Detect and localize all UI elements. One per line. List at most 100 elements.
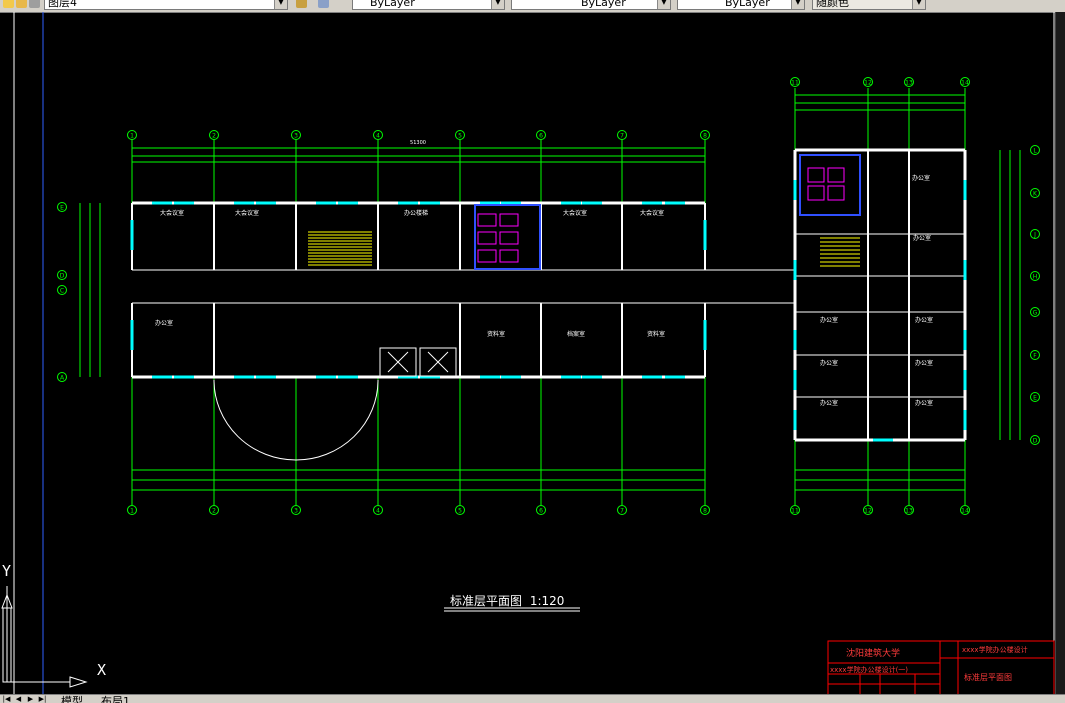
prev-tab-icon[interactable]: ◀	[14, 695, 23, 703]
grid-bubble-bot-7-label: 7	[620, 508, 624, 515]
wing-toilet-block	[799, 154, 861, 216]
grid-bubble-top-4-label: 4	[376, 133, 380, 140]
chevron-down-icon[interactable]: ▼	[912, 0, 925, 9]
plotstyle-dropdown[interactable]: 随颜色 ▼	[812, 0, 926, 10]
linetype-dropdown-value: ByLayer	[581, 0, 626, 9]
row-bubble-left-C-label: C	[60, 288, 64, 295]
wing-toilet-stall-3	[827, 185, 845, 201]
room-label-13: 办公室	[820, 399, 838, 407]
wing-toilet-stall-1	[807, 185, 825, 201]
layer-previous-icon[interactable]	[318, 0, 329, 8]
wing-bubble-top-11-label: 11	[791, 80, 799, 87]
ucs-icon	[1, 586, 88, 688]
grid-bubble-top-3-label: 3	[294, 133, 298, 140]
wing-bubble-top-13-label: 13	[905, 80, 913, 87]
wing-bubble-bot-12-label: 12	[864, 508, 872, 515]
grid-bubble-bot-6-label: 6	[539, 508, 543, 515]
toilet-stall-2	[477, 249, 497, 263]
layer-dropdown-value: 图层4	[48, 0, 77, 9]
tab-model[interactable]: 模型	[58, 695, 86, 703]
room-label-11: 办公室	[820, 359, 838, 367]
chevron-down-icon[interactable]: ▼	[491, 0, 504, 9]
title-block-row-label: xxxx学院办公楼设计(一)	[830, 666, 909, 674]
wing-toilet-stall-0	[807, 167, 825, 183]
lock-icon[interactable]	[29, 0, 40, 8]
row-bubble-right-J-label: J	[1033, 232, 1036, 239]
room-label-4: 大会议室	[640, 209, 664, 217]
wing-bubble-top-12-label: 12	[864, 80, 872, 87]
title-block-project: xxxx学院办公楼设计	[962, 646, 1028, 654]
grid-bubble-bot-2-label: 2	[212, 508, 216, 515]
grid-bubble-bot-1-label: 1	[130, 508, 134, 515]
next-tab-icon[interactable]: ▶	[26, 695, 35, 703]
toilet-block	[474, 204, 541, 270]
grid-bubble-bot-4-label: 4	[376, 508, 380, 515]
color-dropdown[interactable]: ByLayer ▼	[352, 0, 505, 10]
last-tab-icon[interactable]: ▶|	[38, 695, 47, 703]
toilet-stall-3	[499, 213, 519, 227]
grid-bubble-top-2-label: 2	[212, 133, 216, 140]
lineweight-dropdown-value: ByLayer	[725, 0, 770, 9]
wing-toilet-stall-2	[827, 167, 845, 183]
grid-bubbles: 11223344556677881111121213131414EDCALKJH…	[57, 77, 1040, 515]
window-symbols	[130, 180, 967, 442]
grid-bubble-bot-3-label: 3	[294, 508, 298, 515]
grid-bubble-top-5-label: 5	[458, 133, 462, 140]
toilet-stall-1	[477, 231, 497, 245]
title-block-sheet-title: 标准层平面图	[964, 673, 1012, 682]
plan-details: 大会议室 大会议室 办公楼梯 大会议室 大会议室办公室资料室 档案室 资料室办公室 办公室办公…	[155, 154, 933, 461]
toilet-stall-4	[499, 231, 519, 245]
room-label-15: 办公室	[912, 174, 930, 182]
room-label-3: 大会议室	[563, 209, 587, 217]
room-label-10: 办公室	[915, 316, 933, 324]
toilet-stall-0	[477, 213, 497, 227]
chevron-down-icon[interactable]: ▼	[791, 0, 804, 9]
drawing-title-text: 标准层平面图	[450, 594, 523, 608]
vertical-scrollbar[interactable]	[1055, 12, 1065, 695]
grid-bubble-bot-5-label: 5	[458, 508, 462, 515]
grid-bubble-top-8-label: 8	[703, 133, 707, 140]
drawing-canvas[interactable]: 51300 1 1 2 2 3 3 4 4 5 5 6 6 7 7 8 8 11 11 12 12 13 13 14 14 E D…	[0, 12, 1065, 695]
row-bubble-left-E-label: E	[60, 205, 64, 212]
plotstyle-dropdown-value: 随颜色	[816, 0, 849, 9]
chevron-down-icon[interactable]: ▼	[274, 0, 287, 9]
grid-bubble-top-1-label: 1	[130, 133, 134, 140]
room-label-16: 办公室	[913, 234, 931, 242]
toilet-stall-5	[499, 249, 519, 263]
room-label-7: 档案室	[567, 330, 585, 338]
row-bubble-right-G-label: G	[1033, 310, 1038, 317]
ucs-x-label: X	[97, 661, 107, 679]
drawing-scale: 1:120	[529, 594, 565, 608]
wing-bubble-bot-11-label: 11	[791, 508, 799, 515]
layer-manager-icon[interactable]	[296, 0, 307, 8]
grid-bubble-bot-8-label: 8	[703, 508, 707, 515]
row-bubble-left-D-label: D	[60, 273, 65, 280]
chevron-down-icon[interactable]: ▼	[657, 0, 670, 9]
room-label-1: 大会议室	[235, 209, 259, 217]
grid-bubble-top-7-label: 7	[620, 133, 624, 140]
color-dropdown-value: ByLayer	[370, 0, 415, 9]
tab-layout1[interactable]: 布局1	[98, 695, 133, 703]
overall-dimension: 51300	[410, 140, 426, 146]
room-label-6: 资料室	[487, 330, 505, 338]
lightbulb-icon[interactable]	[3, 0, 14, 8]
room-label-14: 办公室	[915, 399, 933, 407]
row-bubble-right-H-label: H	[1033, 274, 1038, 281]
wing-bubble-bot-13-label: 13	[905, 508, 913, 515]
layout-tab-bar: |◀ ◀ ▶ ▶| 模型 布局1	[0, 694, 1065, 703]
layer-dropdown[interactable]: 图层4 ▼	[44, 0, 288, 10]
title-block-school: 沈阳建筑大学	[846, 649, 901, 659]
room-label-12: 办公室	[915, 359, 933, 367]
wing-bubble-top-14-label: 14	[961, 80, 969, 87]
linetype-dropdown[interactable]: ByLayer ▼	[511, 0, 671, 10]
sun-icon[interactable]	[16, 0, 27, 8]
first-tab-icon[interactable]: |◀	[2, 695, 11, 703]
room-label-9: 办公室	[820, 316, 838, 324]
row-bubble-right-D-label: D	[1033, 438, 1038, 445]
row-bubble-right-L-label: L	[1033, 148, 1037, 155]
drawing-title: 标准层平面图 1:120	[450, 592, 564, 609]
room-label-8: 资料室	[647, 330, 665, 338]
lineweight-dropdown[interactable]: ByLayer ▼	[677, 0, 805, 10]
ucs-y-label: Y	[2, 562, 12, 580]
grid-bubble-top-6-label: 6	[539, 133, 543, 140]
